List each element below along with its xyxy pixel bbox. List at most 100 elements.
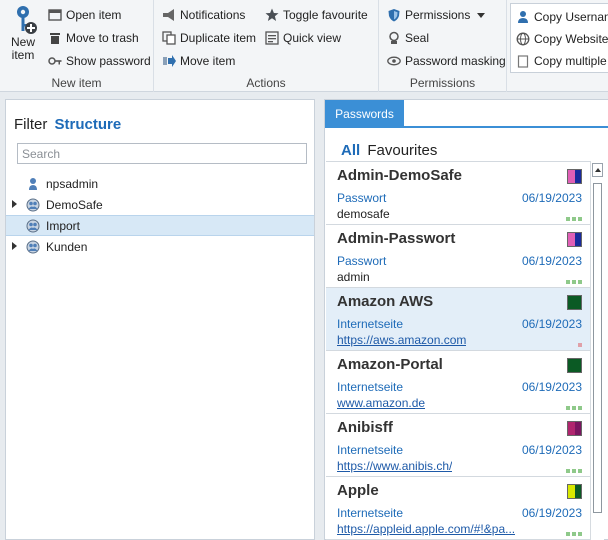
tab-underline <box>325 126 608 128</box>
item-date: 06/19/2023 <box>521 317 582 331</box>
quick-view-icon <box>265 31 279 45</box>
item-url-link[interactable]: https://appleid.apple.com/#!&pa... <box>337 522 515 536</box>
quick-view-button[interactable]: Quick view <box>265 28 341 48</box>
permissions-group-label: Permissions <box>409 76 476 90</box>
list-scrollbar[interactable] <box>590 161 604 540</box>
notifications-button[interactable]: Notifications <box>162 5 245 25</box>
toggle-favourite-label: Toggle favourite <box>283 8 368 22</box>
chevron-down-icon <box>476 8 486 22</box>
list-item[interactable]: Amazon AWS Internetseite 06/19/2023 http… <box>326 288 590 351</box>
duplicate-item-label: Duplicate item <box>180 31 257 45</box>
user-icon <box>26 177 40 191</box>
item-type: Passwort <box>337 254 387 268</box>
open-item-button[interactable]: Open item <box>48 5 121 25</box>
permissions-dropdown-button[interactable]: Permissions <box>387 5 486 25</box>
seal-label: Seal <box>405 31 430 45</box>
new-item-label: New item <box>10 35 35 62</box>
item-date: 06/19/2023 <box>521 191 582 205</box>
ribbon-group-actions: Notifications Duplicate item Move item T… <box>154 0 379 92</box>
copy-website-button[interactable]: Copy Website <box>516 29 608 49</box>
item-type: Internetseite <box>337 380 404 394</box>
status-indicator <box>566 280 582 284</box>
scroll-up-arrow-icon[interactable] <box>592 163 603 177</box>
open-item-icon <box>48 8 62 22</box>
status-indicator <box>578 343 582 347</box>
item-type: Passwort <box>337 191 387 205</box>
filter-title: Filter <box>14 116 48 133</box>
seal-button[interactable]: Seal <box>387 28 429 48</box>
megaphone-icon <box>162 8 176 22</box>
item-value: demosafe <box>337 207 390 221</box>
password-masking-button[interactable]: Password masking <box>387 51 506 71</box>
list-item[interactable]: Amazon-Portal Internetseite 06/19/2023 w… <box>326 351 590 414</box>
tree-node-npsadmin[interactable]: npsadmin <box>6 173 314 194</box>
permissions-label: Permissions <box>405 8 471 22</box>
user-icon <box>516 10 530 24</box>
item-date: 06/19/2023 <box>521 380 582 394</box>
filter-mode-structure[interactable]: Structure <box>55 116 122 133</box>
star-icon <box>265 8 279 22</box>
list-item[interactable]: Admin-DemoSafe Passwort 06/19/2023 demos… <box>326 162 590 225</box>
list-item[interactable]: Apple Internetseite 06/19/2023 https://a… <box>326 477 590 540</box>
item-type: Internetseite <box>337 317 404 331</box>
tab-passwords[interactable]: Passwords <box>325 100 404 127</box>
item-url-link[interactable]: https://aws.amazon.com <box>337 333 466 347</box>
scrollbar-thumb[interactable] <box>593 183 602 513</box>
key-icon <box>48 54 62 68</box>
item-date: 06/19/2023 <box>521 506 582 520</box>
expand-arrow-icon[interactable] <box>12 200 17 208</box>
copy-username-button[interactable]: Copy Usernam <box>516 7 608 27</box>
tree-node-demosafe[interactable]: DemoSafe <box>6 194 314 215</box>
subtab-all[interactable]: All <box>341 142 360 159</box>
tree-node-import[interactable]: Import <box>6 215 314 236</box>
subtab-favourites[interactable]: Favourites <box>367 142 437 159</box>
item-title: Amazon-Portal <box>337 356 443 373</box>
item-title: Admin-Passwort <box>337 230 456 247</box>
quick-view-label: Quick view <box>283 31 342 45</box>
duplicate-icon <box>162 31 176 45</box>
color-tag <box>567 358 582 373</box>
color-tag <box>567 232 582 247</box>
move-item-button[interactable]: Move item <box>162 51 235 71</box>
ribbon-group-copy: Copy Usernam Copy Website Copy multiple <box>510 3 608 73</box>
copy-multiple-button[interactable]: Copy multiple <box>516 51 607 71</box>
ribbon-toolbar: New item Open item Move to trash Show pa… <box>0 0 608 92</box>
item-type: Internetseite <box>337 443 404 457</box>
notifications-label: Notifications <box>180 8 246 22</box>
new-item-group-label: New item <box>51 76 102 90</box>
show-password-button[interactable]: Show password <box>48 51 151 71</box>
new-item-button[interactable]: New item <box>6 4 40 68</box>
item-title: Apple <box>337 482 379 499</box>
expand-arrow-icon[interactable] <box>12 242 17 250</box>
item-title: Anibisff <box>337 419 393 436</box>
item-type: Internetseite <box>337 506 404 520</box>
duplicate-item-button[interactable]: Duplicate item <box>162 28 256 48</box>
item-date: 06/19/2023 <box>521 254 582 268</box>
list-item[interactable]: Anibisff Internetseite 06/19/2023 https:… <box>326 414 590 477</box>
key-plus-icon <box>8 4 38 36</box>
list-item[interactable]: Admin-Passwort Passwort 06/19/2023 admin <box>326 225 590 288</box>
item-url-link[interactable]: www.amazon.de <box>337 396 425 410</box>
status-indicator <box>566 406 582 410</box>
toggle-favourite-button[interactable]: Toggle favourite <box>265 5 368 25</box>
tree-node-kunden[interactable]: Kunden <box>6 236 314 257</box>
passwords-panel: Passwords All Favourites Admin-DemoSafe … <box>324 99 608 540</box>
shield-icon <box>387 8 401 22</box>
tree-node-label: npsadmin <box>46 176 99 191</box>
ribbon-group-permissions: Permissions Seal Password masking Permis… <box>379 0 507 92</box>
item-title: Amazon AWS <box>337 293 434 310</box>
filter-header: Filter Structure <box>14 116 121 133</box>
tree-node-label: Kunden <box>46 239 88 254</box>
globe-icon <box>516 32 530 46</box>
open-item-label: Open item <box>66 8 122 22</box>
copy-website-label: Copy Website <box>534 32 608 46</box>
group-icon <box>26 198 40 212</box>
move-to-trash-button[interactable]: Move to trash <box>48 28 139 48</box>
filter-panel: Filter Structure npsadmin DemoSafe Impor… <box>5 99 315 540</box>
move-arrow-icon <box>162 54 176 68</box>
tree-node-label: DemoSafe <box>46 197 103 212</box>
ribbon-group-new-item: New item Open item Move to trash Show pa… <box>0 0 154 92</box>
item-url-link[interactable]: https://www.anibis.ch/ <box>337 459 452 473</box>
color-tag <box>567 484 582 499</box>
search-input[interactable] <box>17 143 307 164</box>
